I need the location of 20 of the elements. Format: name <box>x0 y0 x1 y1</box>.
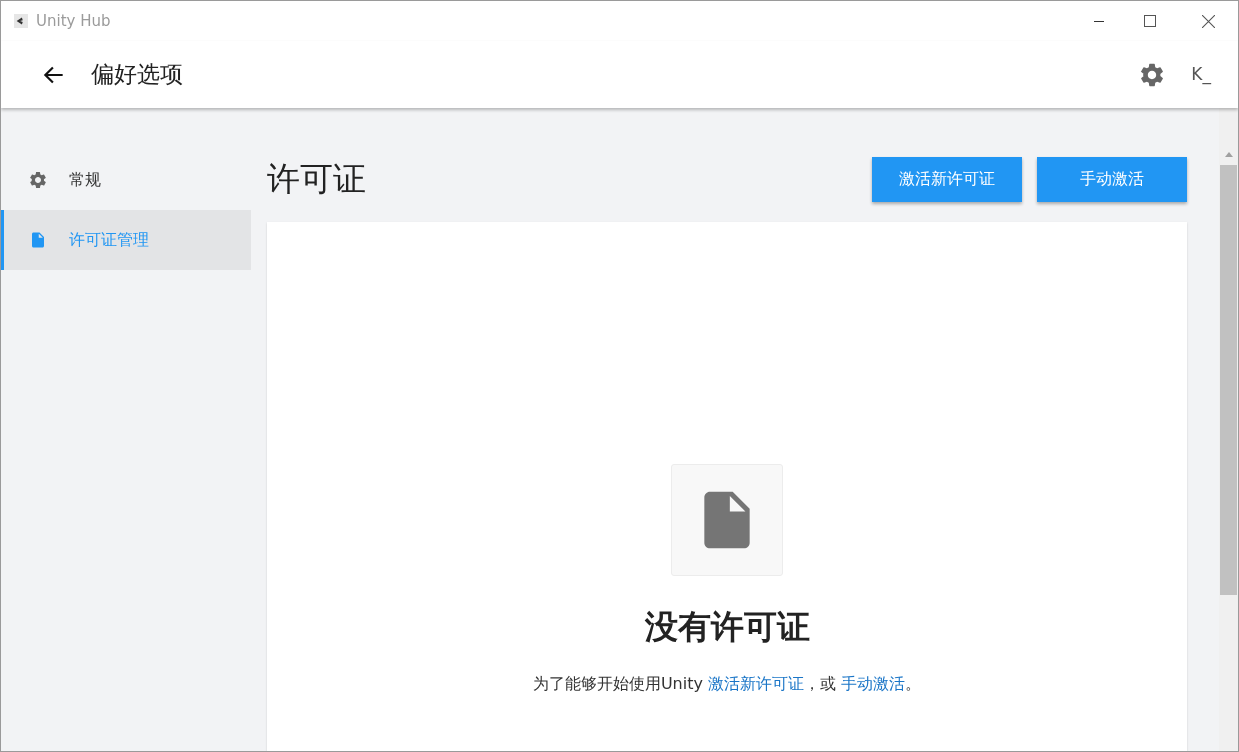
account-button[interactable]: K_ <box>1191 61 1211 88</box>
section-title: 许可证 <box>267 158 366 201</box>
page-heading: 偏好选项 <box>91 60 183 90</box>
scroll-up-icon <box>1224 152 1233 157</box>
scrollbar[interactable] <box>1219 108 1238 751</box>
sidebar-item[interactable]: 许可证管理 <box>1 210 251 270</box>
empty-title: 没有许可证 <box>644 606 810 648</box>
sidebar-item[interactable]: 常规 <box>1 150 251 210</box>
empty-message: 为了能够开始使用Unity 激活新许可证，或 手动激活。 <box>532 672 922 695</box>
activate-button[interactable]: 手动激活 <box>1037 156 1187 202</box>
activate-link[interactable]: 激活新许可证 <box>708 673 804 693</box>
activate-button[interactable]: 激活新许可证 <box>872 156 1022 202</box>
minimize-icon <box>1094 20 1104 22</box>
close-icon <box>1201 14 1215 28</box>
settings-icon <box>27 170 48 190</box>
activate-link[interactable]: 手动激活 <box>841 673 906 693</box>
maximize-icon <box>1144 15 1156 27</box>
scrollbar-thumb[interactable] <box>1220 165 1237 595</box>
app-logo-icon <box>14 14 28 28</box>
window-title: Unity Hub <box>36 10 111 32</box>
